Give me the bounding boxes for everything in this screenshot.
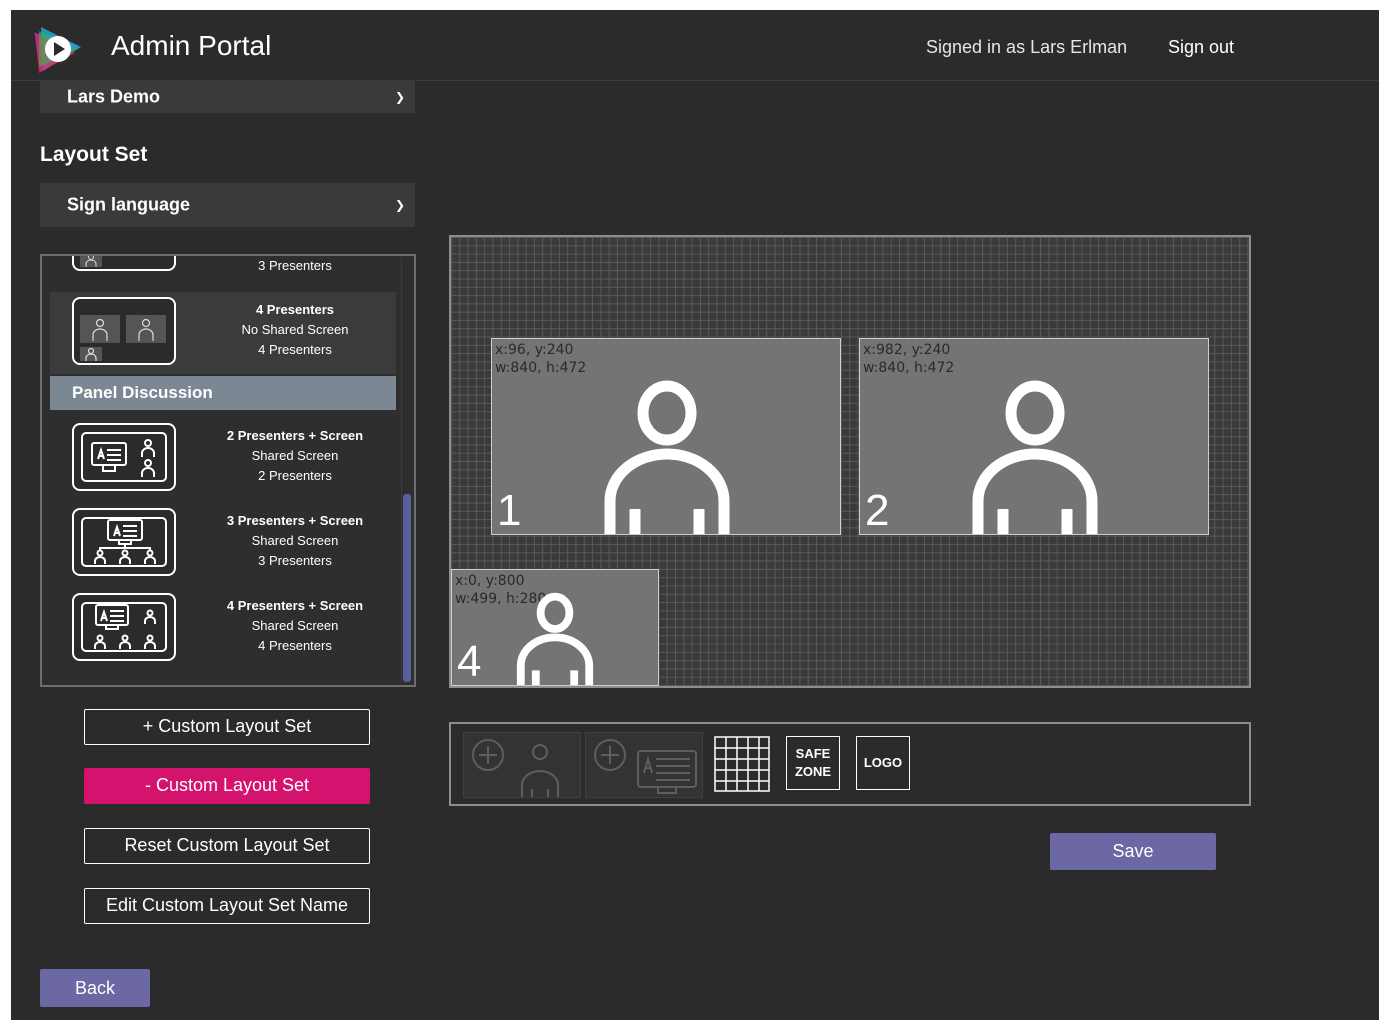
slot-number: 2 xyxy=(865,486,890,535)
list-item-line: No Shared Screen xyxy=(241,322,349,337)
list-item-title: 4 Presenters xyxy=(255,302,335,317)
list-item-line: Shared Screen xyxy=(251,533,339,548)
slot-position: x:0, y:800 xyxy=(455,573,525,589)
layout-list[interactable]: 3 Presenters 4 Presenters No Shared Scre… xyxy=(40,254,416,687)
list-item-text: 4 Presenters + Screen Shared Screen 4 Pr… xyxy=(190,596,400,656)
list-item-4-presenters-screen[interactable]: 4 Presenters + Screen Shared Screen 4 Pr… xyxy=(50,588,396,670)
slot-size: w:840, h:472 xyxy=(495,360,587,376)
slot-position: x:982, y:240 xyxy=(863,342,951,358)
person-icon xyxy=(516,592,594,685)
presenters-thumbnail-icon xyxy=(80,315,166,361)
presenter-slot-1[interactable]: x:96, y:240 w:840, h:472 1 xyxy=(491,338,841,535)
logo-button[interactable]: LOGO xyxy=(856,736,910,790)
safe-zone-label-line1: SAFE xyxy=(795,746,831,761)
admin-portal-app: Admin Portal Signed in as Lars Erlman Si… xyxy=(11,10,1379,1020)
layout-canvas[interactable]: x:96, y:240 w:840, h:472 1 x:982, y:240 … xyxy=(449,235,1251,688)
slot-size: w:840, h:472 xyxy=(863,360,955,376)
chevron-down-icon: ❯ xyxy=(394,198,405,212)
customer-select[interactable]: Lars Demo ❯ xyxy=(40,80,415,113)
layout-set-heading: Layout Set xyxy=(40,143,148,166)
layout-set-select-value: Sign language xyxy=(67,194,191,215)
list-item-text: 2 Presenters + Screen Shared Screen 2 Pr… xyxy=(190,426,400,486)
presenter-slot-4[interactable]: x:0, y:800 w:499, h:280 4 xyxy=(451,569,659,686)
list-item-text: 3 Presenters + Screen Shared Screen 3 Pr… xyxy=(190,511,400,571)
add-screen-icon xyxy=(594,739,697,794)
list-item[interactable]: 3 Presenters xyxy=(50,256,396,280)
list-item-line: 4 Presenters xyxy=(258,638,332,653)
layout-thumbnail xyxy=(72,508,176,576)
person-icon xyxy=(972,380,1098,534)
list-item-line: Shared Screen xyxy=(251,618,339,633)
reset-custom-layout-set-button[interactable]: Reset Custom Layout Set xyxy=(84,828,370,864)
customer-select-value: Lars Demo xyxy=(67,86,161,106)
add-custom-layout-set-button[interactable]: + Custom Layout Set xyxy=(84,709,370,745)
screen-presenters-thumbnail-icon xyxy=(81,517,167,567)
grid-toggle-button[interactable] xyxy=(714,736,770,792)
chevron-down-icon: ❯ xyxy=(394,89,405,104)
layout-thumbnail xyxy=(72,593,176,661)
list-item-2-presenters-screen[interactable]: 2 Presenters + Screen Shared Screen 2 Pr… xyxy=(50,418,396,500)
list-scrollbar-thumb[interactable] xyxy=(403,494,411,682)
list-item-line: 2 Presenters xyxy=(258,468,332,483)
slot-coordinates: x:96, y:240 w:840, h:472 xyxy=(495,341,586,377)
add-screen-button[interactable] xyxy=(585,732,703,798)
presenter-icon xyxy=(80,256,102,267)
list-item-line: 3 Presenters xyxy=(258,258,332,273)
slot-position: x:96, y:240 xyxy=(495,342,574,358)
list-item-4-presenters[interactable]: 4 Presenters No Shared Screen 4 Presente… xyxy=(50,292,396,374)
list-item-title: 3 Presenters + Screen xyxy=(226,513,364,528)
list-item-3-presenters-screen[interactable]: 3 Presenters + Screen Shared Screen 3 Pr… xyxy=(50,503,396,585)
edit-custom-layout-set-name-button[interactable]: Edit Custom Layout Set Name xyxy=(84,888,370,924)
app-logo-icon xyxy=(34,27,81,73)
list-item-line: 4 Presenters xyxy=(258,342,332,357)
list-item-line: Shared Screen xyxy=(251,448,339,463)
safe-zone-button[interactable]: SAFE ZONE xyxy=(786,736,840,790)
layout-thumbnail xyxy=(72,297,176,365)
remove-custom-layout-set-button[interactable]: - Custom Layout Set xyxy=(84,768,370,804)
signed-in-text: Signed in as Lars Erlman xyxy=(926,37,1128,57)
app-title: Admin Portal xyxy=(111,30,272,61)
group-header-panel-discussion: Panel Discussion xyxy=(50,376,396,410)
list-item-line: 3 Presenters xyxy=(258,553,332,568)
add-presenter-button[interactable] xyxy=(463,732,581,798)
top-header: Admin Portal Signed in as Lars Erlman Si… xyxy=(11,10,1379,81)
list-item-text: 4 Presenters No Shared Screen 4 Presente… xyxy=(190,300,400,360)
layout-thumbnail xyxy=(72,256,176,271)
back-button[interactable]: Back xyxy=(40,969,150,1007)
layout-set-select[interactable]: Sign language ❯ xyxy=(40,183,415,227)
screen-presenters-thumbnail-icon xyxy=(81,602,167,652)
slot-number: 4 xyxy=(457,637,482,686)
slot-coordinates: x:982, y:240 w:840, h:472 xyxy=(863,341,954,377)
layout-toolbar: SAFE ZONE LOGO xyxy=(449,722,1251,806)
save-button[interactable]: Save xyxy=(1050,833,1216,870)
person-icon xyxy=(604,380,730,534)
slot-number: 1 xyxy=(497,486,522,535)
safe-zone-label-line2: ZONE xyxy=(794,764,832,779)
sign-out-link[interactable]: Sign out xyxy=(1168,37,1234,58)
add-presenter-icon xyxy=(472,739,559,797)
list-item-title: 4 Presenters + Screen xyxy=(226,598,364,613)
grid-icon xyxy=(714,736,770,792)
layout-thumbnail xyxy=(72,423,176,491)
presenter-slot-2[interactable]: x:982, y:240 w:840, h:472 2 xyxy=(859,338,1209,535)
list-item-title: 2 Presenters + Screen xyxy=(226,428,364,443)
logo-label: LOGO xyxy=(863,755,903,770)
screen-presenters-thumbnail-icon xyxy=(81,432,167,482)
